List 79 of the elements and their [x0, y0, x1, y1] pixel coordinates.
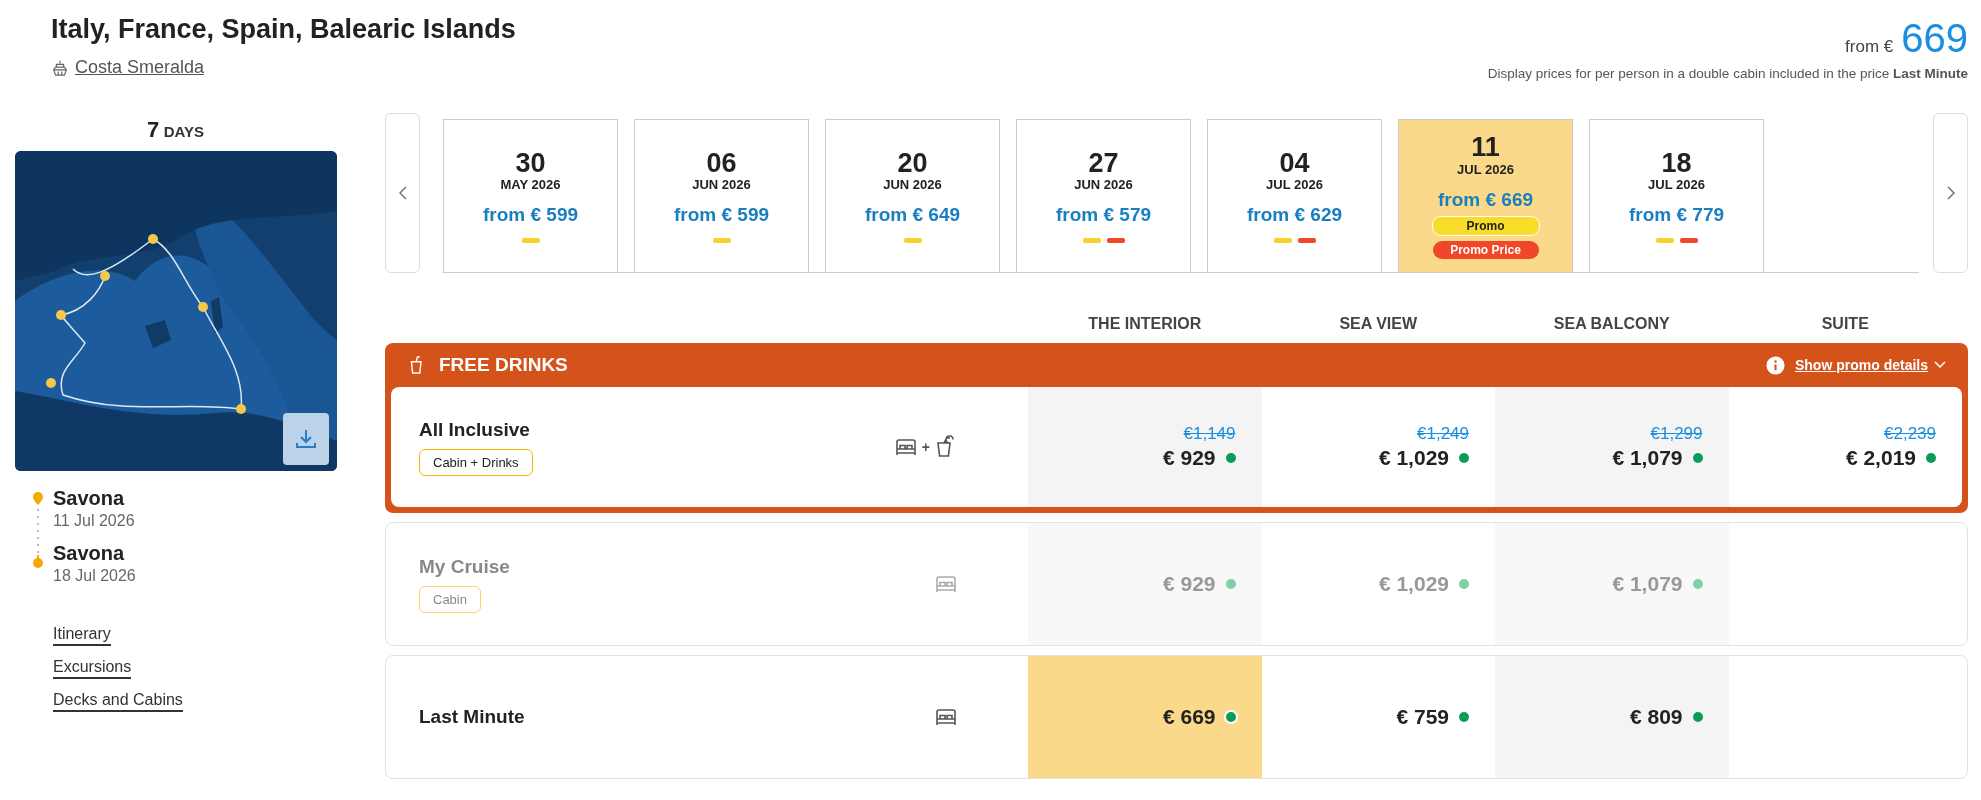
rate-tag: Cabin + Drinks: [419, 448, 533, 476]
availability-dot: [1225, 579, 1236, 589]
availability-dot: [1225, 453, 1236, 463]
next-button[interactable]: [1933, 113, 1968, 273]
availability-dot: [1692, 712, 1703, 722]
price: € 2,019: [1845, 446, 1916, 470]
chevron-down-icon: [1934, 361, 1946, 369]
column-header: SEA VIEW: [1338, 315, 1419, 333]
column-header: SUITE: [1820, 315, 1870, 333]
from-label: from €: [1845, 37, 1894, 57]
plus-sign: +: [921, 439, 930, 455]
price: € 929: [1162, 572, 1216, 596]
availability-dot: [1459, 579, 1469, 589]
rate-name: My Cruise: [419, 555, 510, 578]
download-icon: [294, 427, 318, 451]
promo-badge: Promo Price: [1432, 240, 1539, 259]
bed-icon: [934, 574, 958, 594]
chevron-left-icon: [397, 185, 408, 201]
column-header: THE INTERIOR: [1087, 315, 1203, 333]
promo-details-link[interactable]: Show promo details: [1795, 357, 1928, 373]
duration-number: 7: [147, 117, 160, 142]
price: € 809: [1629, 705, 1683, 729]
download-button[interactable]: [283, 413, 329, 465]
price: € 1,079: [1612, 446, 1683, 470]
price-cell[interactable]: € 669: [1028, 656, 1262, 778]
availability-dot: [1692, 453, 1703, 463]
price: € 1,029: [1378, 446, 1449, 470]
availability-dot: [1459, 712, 1469, 722]
availability-dot: [1225, 712, 1236, 722]
price-cell[interactable]: €2,239 € 2,019: [1728, 387, 1962, 507]
price-cell[interactable]: € 759: [1261, 656, 1495, 778]
price-cell[interactable]: €1,149 € 929: [1028, 387, 1262, 507]
old-price: €1,149: [1183, 424, 1236, 444]
rate-name: All Inclusive: [419, 418, 530, 441]
price: € 929: [1162, 446, 1216, 470]
ship-icon: [51, 58, 69, 77]
info-icon: [1766, 355, 1785, 375]
bed-icon: [893, 437, 918, 457]
old-price: €1,299: [1650, 424, 1703, 444]
promo-title: FREE DRINKS: [439, 354, 568, 376]
section-link[interactable]: Decks and Cabins: [53, 691, 183, 712]
port-date: 11 Jul 2026: [53, 512, 136, 530]
promo-badge: Promo: [1431, 215, 1540, 236]
section-link[interactable]: Itinerary: [53, 625, 111, 646]
date-card[interactable]: 27 JUN 2026 from € 579: [1016, 119, 1191, 272]
previous-button[interactable]: [385, 113, 420, 273]
column-header: SEA BALCONY: [1552, 315, 1671, 333]
price: € 669: [1162, 705, 1216, 729]
port-name: Savona: [53, 487, 126, 510]
date-card[interactable]: 20 JUN 2026 from € 649: [825, 119, 1000, 272]
price: € 1,079: [1612, 572, 1683, 596]
date-card[interactable]: 30 MAY 2026 from € 599: [443, 119, 618, 272]
price-cell[interactable]: €1,299 € 1,079: [1495, 387, 1729, 507]
section-link[interactable]: Excursions: [53, 658, 132, 679]
date-card[interactable]: 06 JUN 2026 from € 599: [634, 119, 809, 272]
lowest-price: 669: [1901, 18, 1968, 58]
port-date: 18 Jul 2026: [53, 567, 136, 585]
price-cell[interactable]: €1,249 € 1,029: [1261, 387, 1495, 507]
chevron-right-icon: [1945, 185, 1956, 201]
price-note: Display prices for per person in a double cabin included in the price Last Minute: [1487, 66, 1968, 81]
ship-link[interactable]: Costa Smeralda: [75, 57, 205, 78]
availability-dot: [1692, 579, 1703, 589]
price: € 1,029: [1378, 572, 1449, 596]
rate-tag: Cabin: [419, 585, 481, 613]
rate-name: Last Minute: [419, 706, 525, 728]
old-price: €2,239: [1884, 424, 1936, 444]
bed-icon: [934, 707, 958, 727]
price: € 759: [1396, 705, 1449, 729]
date-card[interactable]: 18 JUL 2026 from € 779: [1589, 119, 1764, 272]
date-card[interactable]: 04 JUL 2026 from € 629: [1207, 119, 1382, 272]
page-title: Italy, France, Spain, Balearic Islands: [51, 14, 516, 45]
date-card[interactable]: 11 JUL 2026 from € 669 Promo Promo Price: [1398, 119, 1573, 272]
availability-dot: [1926, 453, 1936, 463]
duration-unit: DAYS: [163, 123, 204, 140]
old-price: €1,249: [1417, 424, 1469, 444]
port-name: Savona: [53, 542, 126, 565]
price-cell[interactable]: € 809: [1495, 656, 1729, 778]
drink-icon: [409, 355, 425, 375]
availability-dot: [1459, 453, 1469, 463]
